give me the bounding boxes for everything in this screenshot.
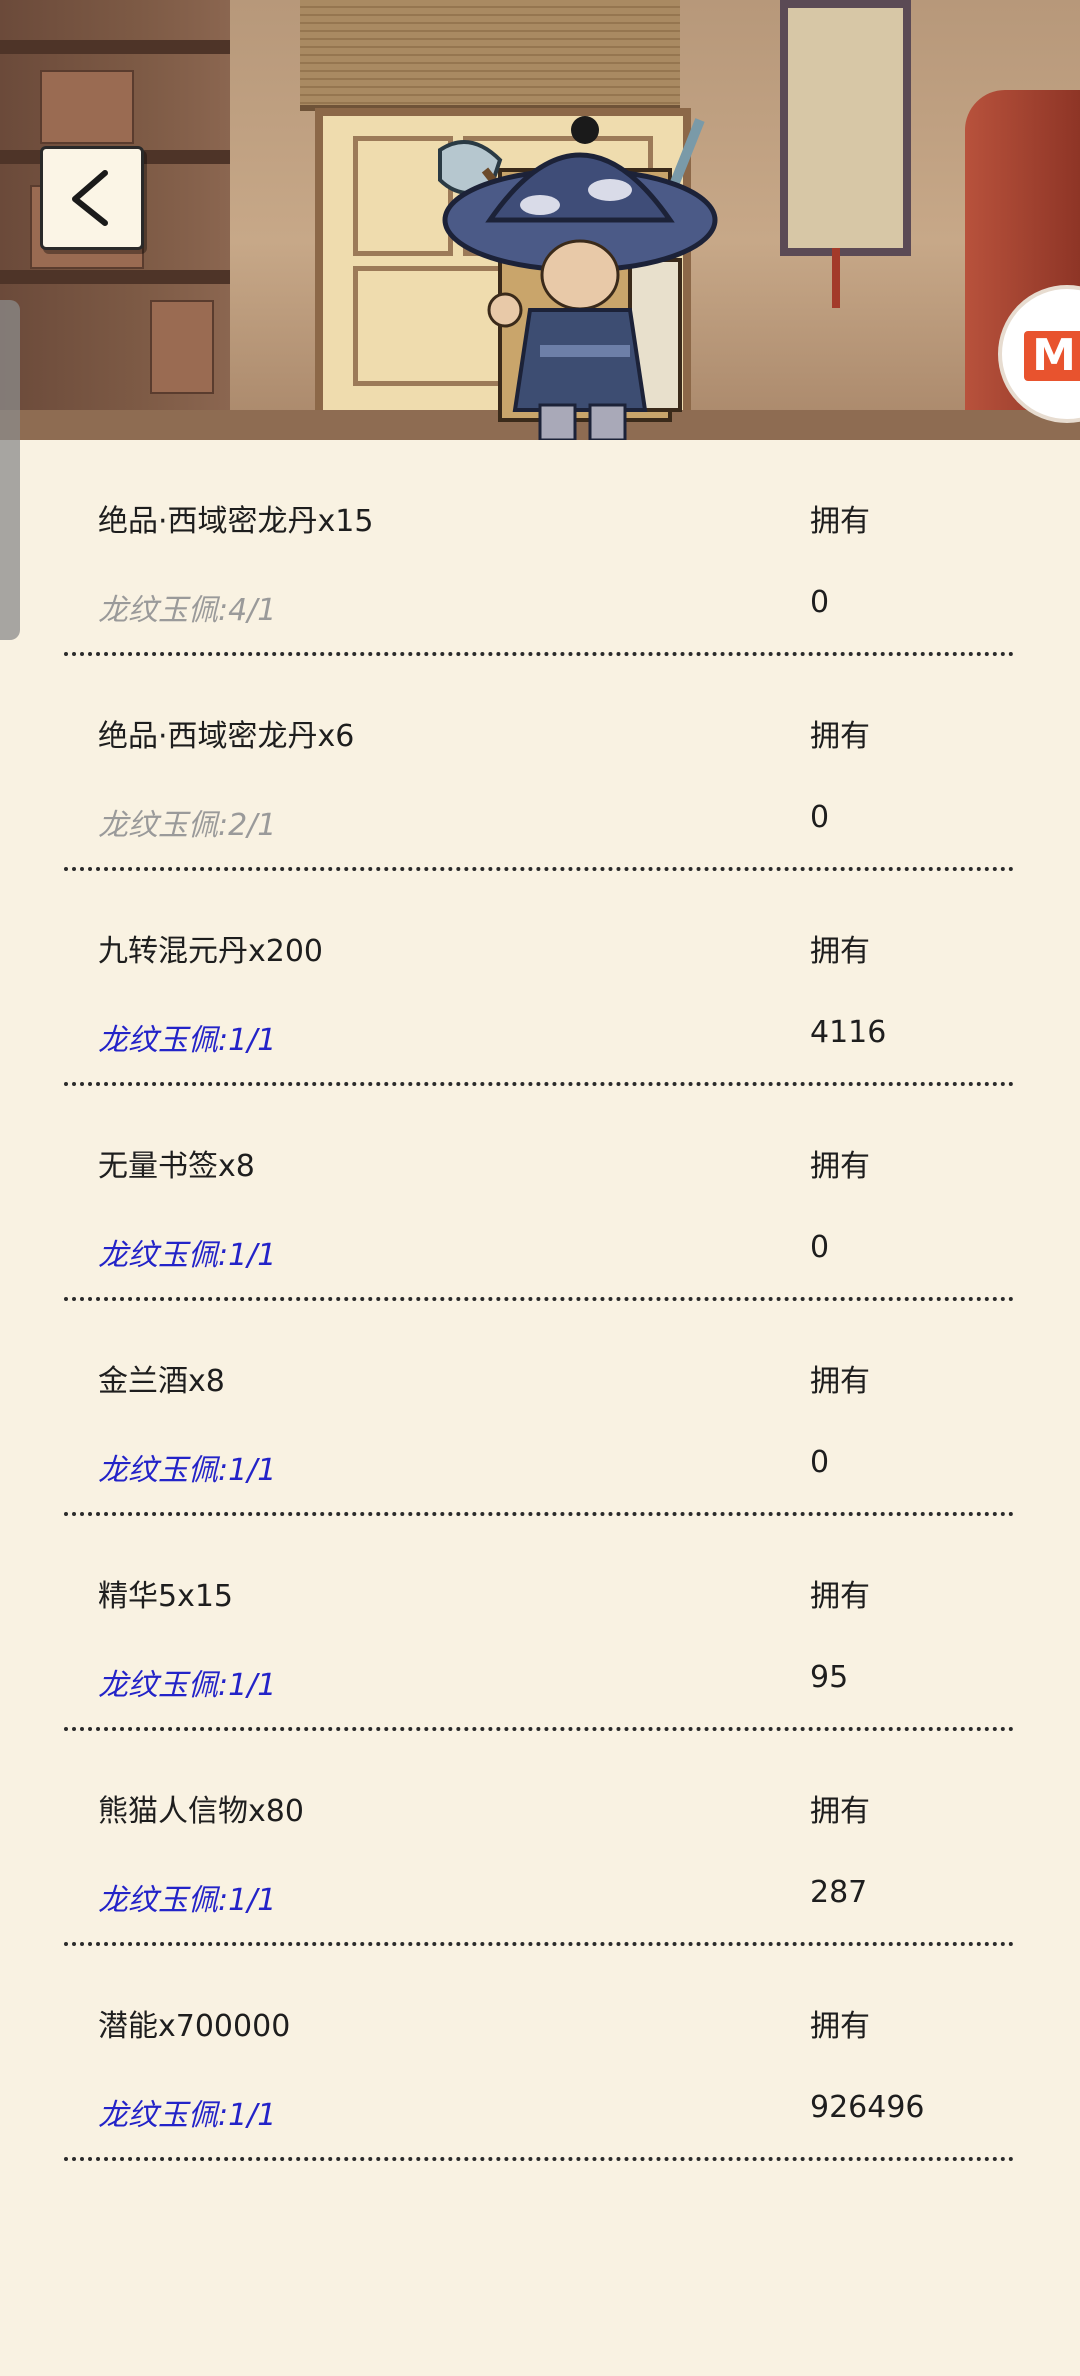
owned-count: 0 [810,585,830,620]
item-name: 无量书签x8 [98,1149,255,1184]
requirement-text: 龙纹玉佩:4/1 [98,593,277,628]
owned-count: 4116 [810,1015,887,1050]
owned-count: 0 [810,1230,830,1265]
requirement-text: 龙纹玉佩:1/1 [98,1453,277,1488]
requirement-text: 龙纹玉佩:1/1 [98,1668,277,1703]
item-name: 绝品·西域密龙丹x6 [98,719,355,754]
m-logo-icon: M [1024,331,1080,381]
list-item: 金兰酒x8 拥有 龙纹玉佩:1/1 0 [0,1300,1080,1516]
owned-label: 拥有 [810,1149,870,1184]
wall-painting [780,0,911,256]
owned-count: 0 [810,1445,830,1480]
requirement-text: 龙纹玉佩:2/1 [98,808,277,843]
back-button[interactable] [40,146,144,250]
list-item: 潜能x700000 拥有 龙纹玉佩:1/1 926496 [0,1945,1080,2161]
owned-count: 0 [810,800,830,835]
requirement-text: 龙纹玉佩:1/1 [98,1238,277,1273]
list-item: 九转混元丹x200 拥有 龙纹玉佩:1/1 4116 [0,870,1080,1086]
merchant-character [438,116,718,440]
owned-label: 拥有 [810,1579,870,1614]
owned-label: 拥有 [810,2009,870,2044]
list-item: 绝品·西域密龙丹x6 拥有 龙纹玉佩:2/1 0 [0,655,1080,871]
owned-label: 拥有 [810,1364,870,1399]
requirement-text: 龙纹玉佩:1/1 [98,2098,277,2133]
list-item: 绝品·西域密龙丹x15 拥有 龙纹玉佩:4/1 0 [0,440,1080,656]
owned-label: 拥有 [810,934,870,969]
item-name: 九转混元丹x200 [98,934,324,969]
window-blind [300,0,680,111]
item-name: 潜能x700000 [98,2009,291,2044]
owned-label: 拥有 [810,719,870,754]
item-name: 金兰酒x8 [98,1364,225,1399]
requirement-text: 龙纹玉佩:1/1 [98,1023,277,1058]
tassel [832,248,840,308]
item-name: 熊猫人信物x80 [98,1794,304,1829]
owned-count: 926496 [810,2090,925,2125]
list-item: 精华5x15 拥有 龙纹玉佩:1/1 95 [0,1515,1080,1731]
list-item: 无量书签x8 拥有 龙纹玉佩:1/1 0 [0,1085,1080,1301]
list-item: 熊猫人信物x80 拥有 龙纹玉佩:1/1 287 [0,1730,1080,1946]
exchange-list: 绝品·西域密龙丹x15 拥有 龙纹玉佩:4/1 0 绝品·西域密龙丹x6 拥有 … [0,440,1080,2161]
dotted-divider [64,2157,1014,2161]
item-name: 绝品·西域密龙丹x15 [98,504,374,539]
owned-label: 拥有 [810,1794,870,1829]
chevron-left-icon [72,170,108,226]
item-name: 精华5x15 [98,1579,234,1614]
requirement-text: 龙纹玉佩:1/1 [98,1883,277,1918]
owned-count: 95 [810,1660,849,1695]
header-scene [0,0,1080,440]
owned-label: 拥有 [810,504,870,539]
exchange-page: M 绝品·西域密龙丹x15 拥有 龙纹玉佩:4/1 0 绝品·西域密龙丹x6 拥… [0,0,1080,2376]
owned-count: 287 [810,1875,868,1910]
